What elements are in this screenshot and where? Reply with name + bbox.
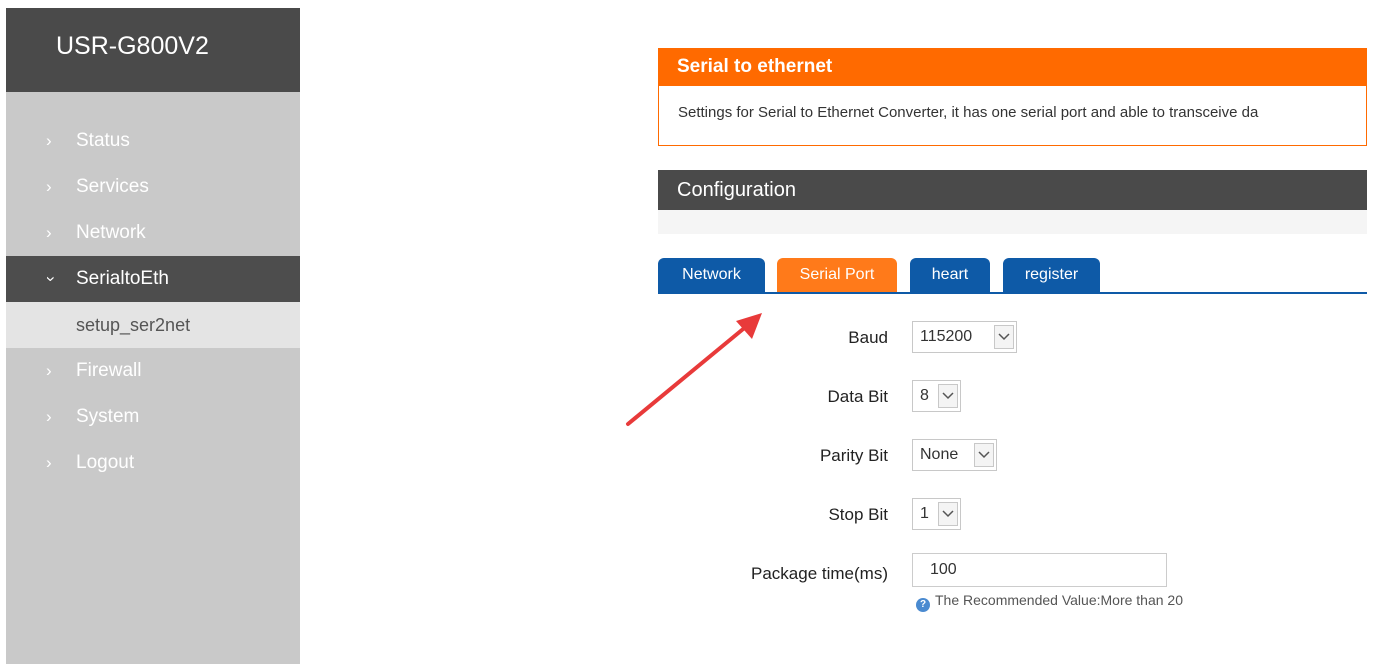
- brand-title: USR-G800V2: [6, 8, 300, 92]
- sidebar-item-serialtoeth[interactable]: › SerialtoEth: [6, 256, 300, 302]
- sidebar-item-logout[interactable]: › Logout: [6, 440, 300, 486]
- chevron-right-icon: ›: [46, 453, 52, 472]
- sidebar-item-firewall[interactable]: › Firewall: [6, 348, 300, 394]
- stop-bit-value: 1: [920, 505, 929, 522]
- chevron-down-icon: ›: [41, 276, 61, 282]
- tabs-underline: [658, 292, 1367, 294]
- data-bit-select[interactable]: 8: [912, 380, 961, 412]
- chevron-down-icon: [974, 443, 994, 467]
- baud-label: Baud: [848, 328, 888, 347]
- parity-bit-select[interactable]: None: [912, 439, 997, 471]
- section-title: Configuration: [658, 170, 1367, 210]
- section-divider: [658, 210, 1367, 234]
- chevron-right-icon: ›: [46, 407, 52, 426]
- chevron-right-icon: ›: [46, 223, 52, 242]
- sidebar-item-label: Services: [76, 176, 149, 197]
- tab-serial-port[interactable]: Serial Port: [777, 258, 897, 292]
- baud-select[interactable]: 115200: [912, 321, 1017, 353]
- chevron-right-icon: ›: [46, 177, 52, 196]
- chevron-right-icon: ›: [46, 361, 52, 380]
- sidebar-item-label: Firewall: [76, 360, 142, 381]
- sidebar-item-label: setup_ser2net: [76, 315, 191, 335]
- sidebar-subitem-setup-ser2net[interactable]: setup_ser2net: [6, 302, 300, 348]
- tab-register[interactable]: register: [1003, 258, 1100, 292]
- sidebar-item-label: SerialtoEth: [76, 268, 169, 289]
- sidebar: USR-G800V2 › Status › Services › Network…: [6, 8, 300, 664]
- sidebar-item-status[interactable]: › Status: [6, 118, 300, 164]
- stop-bit-label: Stop Bit: [828, 505, 888, 524]
- package-time-hint: ? The Recommended Value:More than 20: [916, 592, 1183, 612]
- parity-bit-value: None: [920, 446, 959, 463]
- package-time-input[interactable]: [912, 553, 1167, 587]
- sidebar-item-label: Logout: [76, 452, 135, 473]
- banner-description: Settings for Serial to Ethernet Converte…: [678, 104, 1259, 121]
- parity-bit-label: Parity Bit: [819, 446, 888, 465]
- sidebar-item-system[interactable]: › System: [6, 394, 300, 440]
- annotation-arrow-icon: [626, 313, 762, 426]
- help-icon: ?: [916, 598, 930, 612]
- sidebar-item-label: System: [76, 406, 140, 427]
- package-time-label: Package time(ms): [751, 564, 888, 583]
- chevron-down-icon: [938, 384, 958, 408]
- stop-bit-select[interactable]: 1: [912, 498, 961, 530]
- sidebar-item-services[interactable]: › Services: [6, 164, 300, 210]
- sidebar-item-network[interactable]: › Network: [6, 210, 300, 256]
- data-bit-value: 8: [920, 387, 929, 404]
- banner-title: Serial to ethernet: [658, 48, 1367, 86]
- chevron-right-icon: ›: [46, 131, 52, 150]
- baud-value: 115200: [920, 328, 973, 345]
- sidebar-item-label: Network: [76, 222, 146, 243]
- chevron-down-icon: [938, 502, 958, 526]
- chevron-down-icon: [994, 325, 1014, 349]
- hint-text: The Recommended Value:More than 20: [935, 592, 1183, 608]
- sidebar-item-label: Status: [76, 130, 130, 151]
- tab-heart[interactable]: heart: [910, 258, 990, 292]
- tab-network[interactable]: Network: [658, 258, 765, 292]
- data-bit-label: Data Bit: [827, 387, 888, 406]
